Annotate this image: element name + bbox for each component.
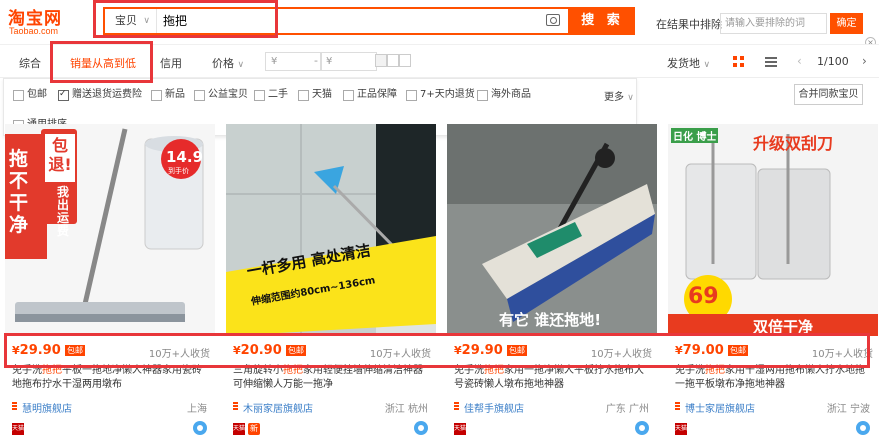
filter-secondhand[interactable]: 二手 xyxy=(254,88,288,102)
tmall-badge-icon[interactable]: 天猫 xyxy=(675,423,687,435)
brand-badge: 日化 博士 xyxy=(671,128,719,143)
chevron-down-icon: ∨ xyxy=(627,93,634,103)
promo-text-no-clean: 拖不干净 xyxy=(9,148,29,236)
ship-from-dropdown[interactable]: 发货地 ∨ xyxy=(667,55,710,71)
filter-charity[interactable]: 公益宝贝 xyxy=(194,88,248,102)
product-card[interactable]: 有它 谁还拖地! ¥29.90 包邮 10万+人收货 免手洗拖把家用一拖净懒人平… xyxy=(447,124,657,448)
sort-by-credit[interactable]: 信用 xyxy=(160,55,182,71)
product-card[interactable]: 日化 博士 升级双刮刀 69 双倍干净 ¥79.00 包邮 10万+人收货 免手… xyxy=(668,124,878,448)
wangwang-chat-icon[interactable] xyxy=(635,421,649,435)
exclude-input[interactable]: 请输入要排除的词 xyxy=(720,13,827,34)
filter-genuine[interactable]: 正品保障 xyxy=(343,88,397,102)
shop-name[interactable]: 木丽家居旗舰店 xyxy=(243,400,313,415)
product-card[interactable]: 拖不干净 包退! 我出运费 14.9 到手价 ¥29.90 包邮 10万+人收货… xyxy=(5,124,215,448)
filter-free-shipping[interactable]: 包邮 xyxy=(13,88,47,102)
highlight-search-query xyxy=(93,0,278,38)
shop-icon xyxy=(675,402,680,411)
logo-domain: Taobao.com xyxy=(9,26,59,36)
search-button[interactable]: 搜 索 xyxy=(570,7,635,35)
promo-text-slogan: 有它 谁还拖地! xyxy=(499,311,602,329)
more-filters-dropdown[interactable]: 更多 ∨ xyxy=(604,88,634,103)
promo-text-refund: 包退! xyxy=(48,136,72,174)
chevron-down-icon: ∨ xyxy=(703,60,711,70)
filter-new[interactable]: 新品 xyxy=(151,88,185,102)
highlight-price-row xyxy=(4,333,870,368)
exclude-label: 在结果中排除 xyxy=(656,18,722,31)
sort-price-label: 价格 xyxy=(212,57,234,70)
next-page-icon[interactable]: › xyxy=(862,54,867,68)
shop-location: 浙江 杭州 xyxy=(384,404,428,415)
wangwang-chat-icon[interactable] xyxy=(193,421,207,435)
chevron-down-icon: ∨ xyxy=(237,60,245,70)
tmall-badge-icon[interactable]: 天猫 xyxy=(12,423,24,435)
filter-7day-return[interactable]: 7+天内退货 xyxy=(406,88,475,102)
ship-from-label: 发货地 xyxy=(667,57,700,70)
page-indicator: 1/100 xyxy=(817,55,849,68)
price-max-input[interactable]: ¥ xyxy=(320,52,377,71)
product-title[interactable]: 免手洗拖把家用一拖净懒人平板拧水拖布大号瓷砖懒人墩布拖地神器 xyxy=(454,364,652,392)
mop-product-illustration xyxy=(447,124,657,336)
shop-name[interactable]: 慧明旗舰店 xyxy=(22,400,72,415)
tmall-badge-icon[interactable]: 天猫 xyxy=(233,423,245,435)
list-view-icon[interactable] xyxy=(765,56,777,67)
price-range-dash: - xyxy=(314,54,318,67)
shop-name[interactable]: 佳帮手旗舰店 xyxy=(464,400,524,415)
price-toggle-right[interactable] xyxy=(399,54,411,67)
price-toggle-left[interactable] xyxy=(375,54,387,67)
product-image[interactable]: 日化 博士 升级双刮刀 69 双倍干净 xyxy=(668,124,878,336)
shop-location: 广东 广州 xyxy=(605,404,649,415)
taobao-logo[interactable]: 淘宝网 Taobao.com xyxy=(6,4,86,40)
shop-icon xyxy=(454,402,459,411)
promo-text-upgrade: 升级双刮刀 xyxy=(753,134,834,153)
promo-text-shipping: 我出运费 xyxy=(57,185,70,238)
promo-price-caption: 到手价 xyxy=(168,167,189,175)
shop-icon xyxy=(233,402,238,411)
shop-location: 浙江 宁波 xyxy=(826,404,870,415)
filter-return-insurance[interactable]: 赠送退货运费险 xyxy=(58,87,142,102)
more-filters-label: 更多 xyxy=(604,92,624,103)
product-image[interactable]: 有它 谁还拖地! xyxy=(447,124,657,336)
prev-page-icon[interactable]: ‹ xyxy=(797,54,802,68)
wangwang-chat-icon[interactable] xyxy=(414,421,428,435)
sort-default[interactable]: 综合 xyxy=(19,55,41,71)
new-badge: 新 xyxy=(248,423,260,435)
tmall-badge-icon[interactable]: 天猫 xyxy=(454,423,466,435)
shop-name[interactable]: 博士家居旗舰店 xyxy=(685,400,755,415)
wangwang-chat-icon[interactable] xyxy=(856,421,870,435)
filter-overseas[interactable]: 海外商品 xyxy=(477,88,531,102)
camera-icon[interactable] xyxy=(546,14,560,26)
product-title[interactable]: 免手洗拖把家用干湿两用拖布懒人拧水地拖一拖平板墩布净拖地神器 xyxy=(675,364,873,392)
grid-view-icon[interactable] xyxy=(733,56,744,67)
exclude-confirm-button[interactable]: 确定 xyxy=(830,13,863,34)
promo-price: 14.9 xyxy=(166,148,204,166)
shop-location: 上海 xyxy=(187,404,207,415)
product-image[interactable]: 一杆多用 高处清洁 伸缩范围约80cm~136cm xyxy=(226,124,436,336)
merge-same-items-button[interactable]: 合并同款宝贝 xyxy=(794,84,863,105)
product-image[interactable]: 拖不干净 包退! 我出运费 14.9 到手价 xyxy=(5,124,215,336)
highlight-sort-sales xyxy=(50,41,153,83)
promo-price: 69 xyxy=(688,284,719,309)
filter-tmall[interactable]: 天猫 xyxy=(298,88,332,102)
sort-by-price[interactable]: 价格 ∨ xyxy=(212,55,244,71)
product-title[interactable]: 三角旋转小拖把家用轻便挂墙伸缩清洁神器可伸缩懒人万能一拖净 xyxy=(233,364,431,392)
price-toggle-mid[interactable] xyxy=(387,54,399,67)
product-card[interactable]: 一杆多用 高处清洁 伸缩范围约80cm~136cm ¥20.90 包邮 10万+… xyxy=(226,124,436,448)
product-title[interactable]: 免手洗拖把平板一拖地净懒人神器家用瓷砖地拖布拧水干湿两用墩布 xyxy=(12,364,210,392)
shop-icon xyxy=(12,402,17,411)
